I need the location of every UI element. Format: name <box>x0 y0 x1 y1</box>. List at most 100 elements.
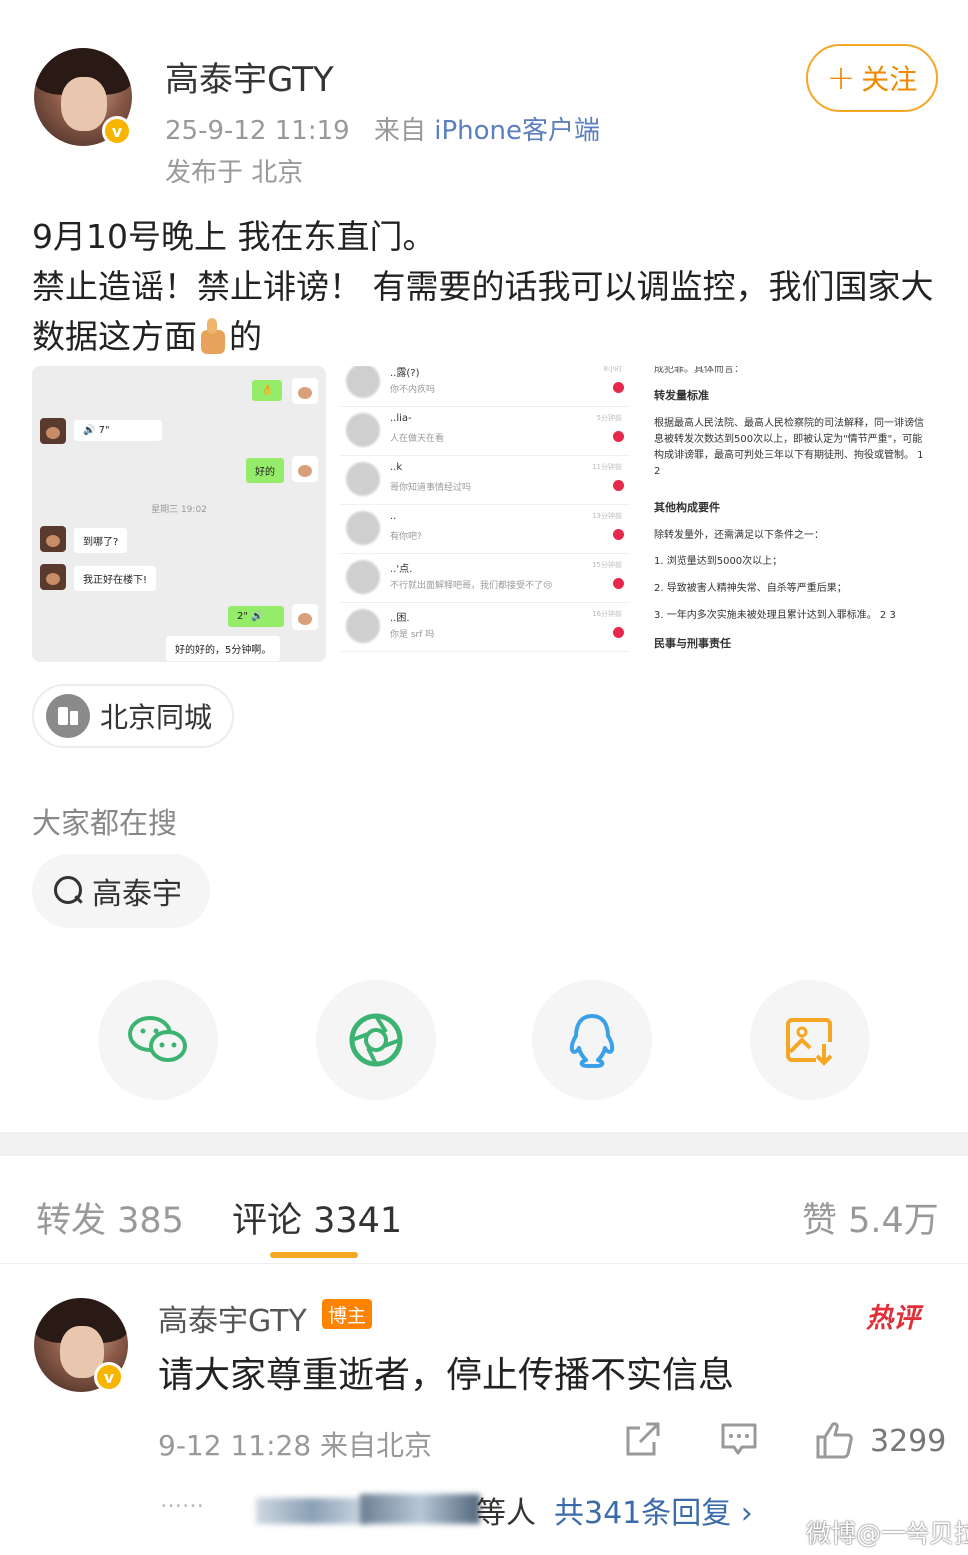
post-text-line2: 禁止造谣！禁止诽谤！ 有需要的话我可以调监控，我们国家大数据这方面的 <box>32 262 942 362</box>
contact-time: 11分钟前 <box>592 463 622 471</box>
contact-time: 8小时 <box>603 366 622 373</box>
share-moments-button[interactable] <box>316 980 436 1100</box>
location-tag[interactable]: 北京同城 <box>32 684 234 748</box>
post-text: 9月10号晚上 我在东直门。 禁止造谣！禁止诽谤！ 有需要的话我可以调监控，我们… <box>32 212 942 362</box>
share-icon[interactable] <box>624 1420 662 1458</box>
post-time: 25-9-12 11:19 <box>165 116 350 146</box>
contact-avatar <box>346 413 380 447</box>
blurred-usernames <box>256 1498 368 1524</box>
contact-name: .. <box>390 511 397 522</box>
contact-name: ..k <box>390 462 403 473</box>
post-text-end: 的 <box>229 317 262 356</box>
contact-message: 人在做天在看 <box>390 434 445 444</box>
contact-name: ..露(?) <box>390 368 420 379</box>
unread-dot-icon <box>613 578 624 589</box>
unread-dot-icon <box>613 480 624 491</box>
save-image-button[interactable] <box>750 980 870 1100</box>
tab-comments[interactable]: 评论 3341 <box>232 1192 402 1243</box>
post-text-line1: 9月10号晚上 我在东直门。 <box>32 217 436 256</box>
contact-message: 不行就出面解释吧哥，我们都接受不了😢 <box>390 581 553 591</box>
chat-avatar <box>40 564 66 590</box>
contact-time: 15分钟前 <box>592 561 622 569</box>
active-tab-indicator <box>270 1252 358 1258</box>
chat-timestamp: 星期三 19:02 <box>151 505 207 515</box>
law-paragraph: 除转发量外，还需满足以下条件之一： <box>654 530 824 541</box>
contact-message: 有你吧? <box>390 532 422 542</box>
interaction-tabs: 转发 385 评论 3341 赞 5.4万 <box>0 1156 968 1264</box>
law-heading: 转发量标准 <box>654 389 709 402</box>
hot-comment-badge: 热评 <box>866 1303 920 1334</box>
wechat-icon <box>128 1016 187 1062</box>
law-text-top: 成犯罪。具体而言： <box>654 366 744 375</box>
reply-summary[interactable]: …… 等人 共341条回复 › <box>160 1488 800 1532</box>
chat-avatar <box>292 378 318 404</box>
law-list-item: 3. 一年内多次实施未被处理且累计达到入罪标准。 2 3 <box>654 610 896 621</box>
post-source[interactable]: iPhone客户端 <box>434 116 600 146</box>
post-image-messages[interactable]: ..露(?) 你不内疚吗 8小时 ..lia- 人在做天在看 5分钟前 ..k … <box>340 366 630 662</box>
chat-voice-bubble: 2" 🔊 <box>228 606 284 627</box>
comment-text: 请大家尊重逝者，停止传播不实信息 <box>158 1355 735 1396</box>
tab-reposts[interactable]: 转发 385 <box>36 1192 184 1243</box>
message-row: ..困. 你是 srf 吗 16分钟前 <box>340 603 630 652</box>
plus-icon: + <box>826 58 856 98</box>
post-location: 发布于 北京 <box>165 158 304 188</box>
building-icon <box>46 694 90 738</box>
thumbs-up-emoji-icon <box>197 318 229 354</box>
verified-badge-icon: v <box>94 1362 124 1392</box>
contact-avatar <box>346 560 380 594</box>
law-heading: 民事与刑事责任 <box>654 637 731 650</box>
like-thumb-icon[interactable] <box>814 1420 854 1460</box>
view-replies-link[interactable]: 共341条回复 › <box>554 1488 753 1532</box>
contact-message: 哥你知道事情经过吗 <box>390 483 472 493</box>
message-row: ..露(?) 你不内疚吗 8小时 <box>340 366 630 407</box>
contact-time: 5分钟前 <box>596 414 622 422</box>
reply-comment-icon[interactable] <box>720 1420 758 1458</box>
share-wechat-button[interactable] <box>98 980 218 1100</box>
chat-bubble: 好的 <box>246 458 284 483</box>
share-qq-button[interactable] <box>532 980 652 1100</box>
author-name[interactable]: 高泰宇GTY <box>165 52 334 101</box>
contact-name: ..'点. <box>390 564 413 575</box>
follow-button[interactable]: + 关注 <box>806 44 938 112</box>
contact-message: 你是 srf 吗 <box>390 630 435 640</box>
law-heading: 其他构成要件 <box>654 501 720 514</box>
chat-avatar <box>292 604 318 630</box>
contact-message: 你不内疚吗 <box>390 385 436 395</box>
contact-time: 16分钟前 <box>592 610 622 618</box>
commenter-name[interactable]: 高泰宇GTY <box>158 1296 307 1340</box>
post-header: v 高泰宇GTY 25-9-12 11:19 来自 iPhone客户端 发布于 … <box>0 0 968 200</box>
post-meta: 25-9-12 11:19 来自 iPhone客户端 <box>165 110 600 147</box>
chat-avatar <box>40 526 66 552</box>
contact-name: ..困. <box>390 613 410 624</box>
tab-likes[interactable]: 赞 5.4万 <box>802 1192 939 1243</box>
save-image-icon <box>786 1018 833 1066</box>
contact-avatar <box>346 462 380 496</box>
law-list-item: 2. 导致被害人精神失常、自杀等严重后果； <box>654 583 847 594</box>
trending-search-chip[interactable]: 高泰宇 <box>32 854 210 928</box>
message-row: ..k 哥你知道事情经过吗 11分钟前 <box>340 456 630 505</box>
contact-avatar <box>346 511 380 545</box>
law-paragraph: 根据最高人民法院、最高人民检察院的司法解释，同一诽谤信息被转发次数达到500次以… <box>654 418 924 477</box>
chat-voice-bubble: 🔊 7" <box>74 420 162 441</box>
message-row: ..'点. 不行就出面解释吧哥，我们都接受不了😢 15分钟前 <box>340 554 630 603</box>
watermark: 微博@一쑥贝拉 <box>806 1519 968 1548</box>
contact-avatar <box>346 366 380 398</box>
post-image-chat[interactable]: 👌 🔊 7" 好的 星期三 19:02 到哪了? 我正好在楼下! 2" 🔊 好的… <box>32 366 326 662</box>
message-row: .. 有你吧? 13分钟前 <box>340 505 630 554</box>
reply-who-label: 等人 <box>476 1496 536 1531</box>
author-badge: 博主 <box>322 1299 373 1329</box>
source-prefix: 来自 <box>373 116 426 146</box>
message-row: ..lia- 人在做天在看 5分钟前 <box>340 407 630 456</box>
trending-search-label: 高泰宇 <box>92 877 182 912</box>
chat-bubble: 我正好在楼下! <box>74 566 157 591</box>
post-image-law-text[interactable]: 成犯罪。具体而言： 转发量标准 根据最高人民法院、最高人民检察院的司法解释，同一… <box>644 366 932 662</box>
contact-name: ..lia- <box>390 413 412 424</box>
law-list-item: 1. 浏览量达到5000次以上； <box>654 556 783 567</box>
reply-dots: …… <box>160 1488 204 1513</box>
section-divider <box>0 1132 968 1156</box>
trending-search-title: 大家都在搜 <box>32 806 178 840</box>
search-icon <box>52 874 86 908</box>
location-tag-label: 北京同城 <box>100 701 213 734</box>
post-images: 👌 🔊 7" 好的 星期三 19:02 到哪了? 我正好在楼下! 2" 🔊 好的… <box>32 366 932 662</box>
blurred-usernames <box>360 1494 480 1524</box>
